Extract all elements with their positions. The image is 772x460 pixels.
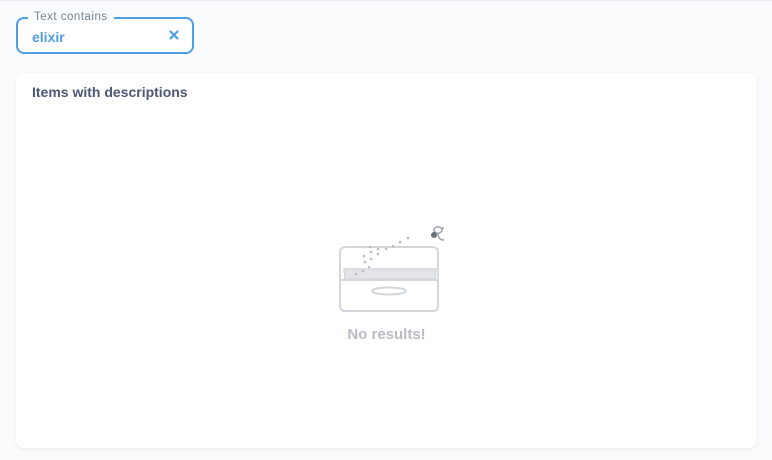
card-title: Items with descriptions xyxy=(32,84,188,100)
empty-state-message: No results! xyxy=(347,326,426,343)
filter-label: Text contains xyxy=(28,10,114,24)
text-contains-filter[interactable]: Text contains elixir xyxy=(16,10,194,54)
dashboard-card: Items with descriptions No results! xyxy=(16,73,757,448)
close-icon[interactable] xyxy=(166,27,182,43)
filter-value[interactable]: elixir xyxy=(32,29,65,45)
empty-box-illustration xyxy=(334,222,449,314)
top-divider xyxy=(0,0,772,1)
